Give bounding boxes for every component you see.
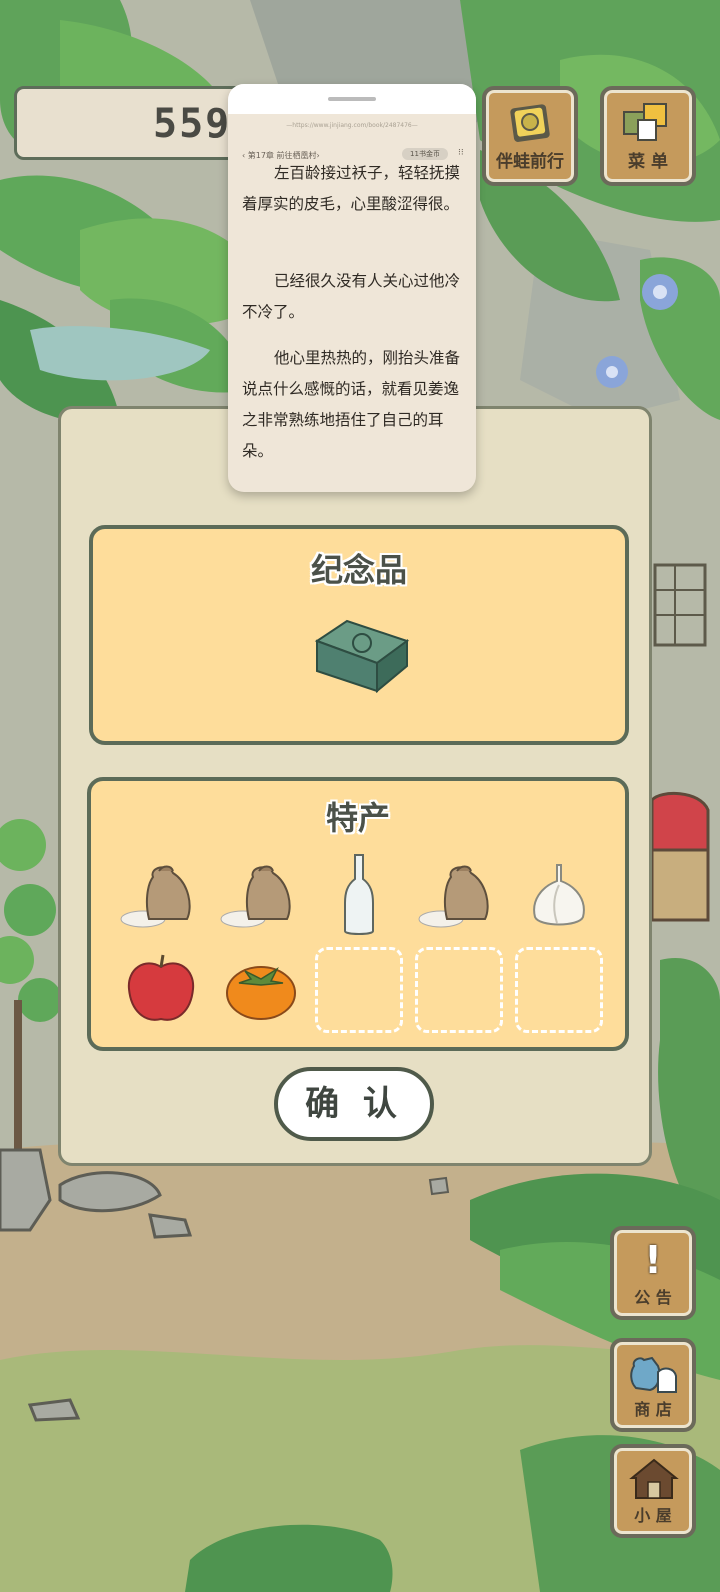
house-icon [629,1458,679,1499]
reader-paragraph: 他心里热热的，刚抬头准备说点什么感慨的话，就看见姜逸之非常熟练地捂住了自己的耳朵… [242,349,461,460]
rice-sack-icon[interactable] [417,857,501,933]
persimmon-icon[interactable] [223,957,299,1021]
specialty-title: 特产 [325,799,390,837]
rice-sack-icon[interactable] [119,857,203,933]
reading-floating-window[interactable]: —https://www.jinjiang.com/book/2487476— … [228,84,476,492]
garlic-icon[interactable] [527,861,591,931]
shop-label: 商 店 [634,1400,672,1419]
souvenir-title: 纪念品 [310,551,407,589]
travel-return-panel: 纪念品 特产 [58,406,652,1166]
notice-label: 公 告 [634,1288,672,1307]
travel-with-frog-button[interactable]: 伴蛙前行 [482,86,578,186]
empty-slot [415,947,503,1033]
shop-bags-icon [630,1356,677,1393]
empty-slot [515,947,603,1033]
shop-button[interactable]: 商 店 [610,1338,696,1432]
notice-button[interactable]: ! 公 告 [610,1226,696,1320]
empty-slot [315,947,403,1033]
jade-plaque-icon[interactable] [307,611,417,701]
apple-icon[interactable] [125,953,197,1025]
menu-cards-icon [623,103,667,141]
menu-button[interactable]: 菜 单 [600,86,696,186]
travel-with-frog-label: 伴蛙前行 [496,152,564,172]
reader-paragraph: 已经很久没有人关心过他冷不冷了。 [242,272,461,321]
reader-url: —https://www.jinjiang.com/book/2487476— [286,122,418,129]
specialty-box: 特产 [87,777,629,1051]
glass-bottle-icon[interactable] [341,853,377,937]
drag-handle[interactable] [328,97,376,101]
frog-book-icon [510,104,550,142]
rice-sack-icon[interactable] [219,857,303,933]
exclamation-icon: ! [644,1238,662,1282]
reader-paragraph: 左百龄接过袄子，轻轻抚摸着厚实的皮毛，心里酸涩得很。 [242,164,461,213]
souvenir-box: 纪念品 [89,525,629,745]
house-button[interactable]: 小 屋 [610,1444,696,1538]
clover-count: 559 [153,101,232,147]
house-label: 小 屋 [634,1506,672,1525]
menu-label: 菜 单 [628,152,668,172]
reader-drag-bar[interactable] [228,84,476,114]
grid-icon[interactable]: ⁝⁝ [458,148,464,158]
confirm-button[interactable]: 确 认 [274,1067,434,1141]
